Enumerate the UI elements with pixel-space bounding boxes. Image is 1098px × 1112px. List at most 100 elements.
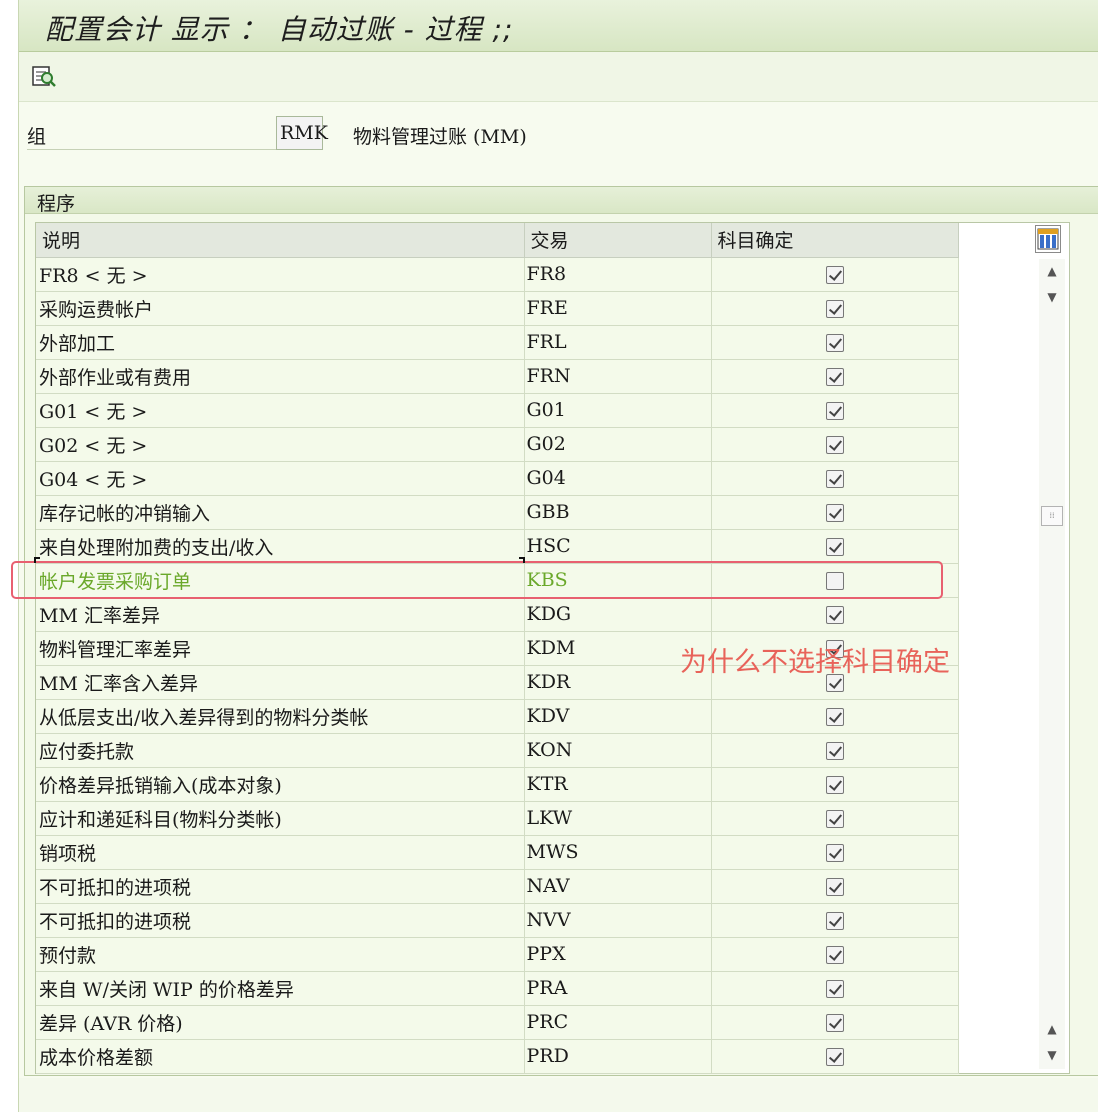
cell-description: 应计和递延科目(物料分类帐) xyxy=(36,801,525,836)
table-row[interactable]: 来自处理附加费的支出/收入 HSC xyxy=(36,529,959,564)
table-row[interactable]: 外部加工 FRL xyxy=(36,325,959,360)
table-settings-icon xyxy=(1037,228,1059,250)
checkbox-checked[interactable] xyxy=(825,776,844,794)
cell-description: 销项税 xyxy=(36,835,525,870)
program-box: 程序 说明 交易 科目确定 FR8 < 无 > FR8 采购运费帐户 FRE 外部加工 F… xyxy=(24,186,1098,1076)
table-header-row: 说明 交易 科目确定 xyxy=(36,223,959,258)
cell-transaction: G04 xyxy=(524,461,712,496)
table-row[interactable]: G01 < 无 > G01 xyxy=(36,393,959,428)
checkbox-checked[interactable] xyxy=(825,402,844,420)
checkbox-checked[interactable] xyxy=(825,878,844,896)
cell-transaction: PPX xyxy=(524,937,712,972)
checkbox-checked[interactable] xyxy=(825,436,844,454)
cell-description: 来自处理附加费的支出/收入 xyxy=(36,529,525,564)
table-row[interactable]: 外部作业或有费用 FRN xyxy=(36,359,959,394)
table-row[interactable]: 从低层支出/收入差异得到的物料分类帐 KDV xyxy=(36,699,959,734)
table-row[interactable]: 应计和递延科目(物料分类帐) LKW xyxy=(36,801,959,836)
toolbar xyxy=(19,52,1098,102)
table-row[interactable]: 采购运费帐户 FRE xyxy=(36,291,959,326)
cell-account-determination xyxy=(711,597,959,632)
cell-description: G04 < 无 > xyxy=(36,461,525,496)
checkbox-checked[interactable] xyxy=(825,300,844,318)
table-row[interactable]: 销项税 MWS xyxy=(36,835,959,870)
cell-account-determination xyxy=(711,869,959,904)
cell-description: G01 < 无 > xyxy=(36,393,525,428)
cell-description: 采购运费帐户 xyxy=(36,291,525,326)
table-row[interactable]: 不可抵扣的进项税 NAV xyxy=(36,869,959,904)
column-header-account-determination[interactable]: 科目确定 xyxy=(711,223,959,258)
checkbox-checked[interactable] xyxy=(825,912,844,930)
column-header-description[interactable]: 说明 xyxy=(36,223,525,258)
group-field[interactable]: RMK xyxy=(276,116,328,150)
cell-transaction: KON xyxy=(524,733,712,768)
cell-description: 不可抵扣的进项税 xyxy=(36,869,525,904)
cell-description: 成本价格差额 xyxy=(36,1039,525,1074)
corner-mark xyxy=(519,557,525,563)
checkbox-checked[interactable] xyxy=(825,742,844,760)
page-down-icon[interactable]: ▼ xyxy=(1045,1045,1059,1065)
cell-account-determination xyxy=(711,1005,959,1040)
column-header-transaction[interactable]: 交易 xyxy=(524,223,712,258)
cell-description: 帐户发票采购订单 xyxy=(36,563,525,598)
table-row[interactable]: 价格差异抵销输入(成本对象) KTR xyxy=(36,767,959,802)
cell-transaction: FRL xyxy=(524,325,712,360)
cell-description: MM 汇率含入差异 xyxy=(36,665,525,700)
bottom-strip xyxy=(19,1078,1098,1112)
display-detail-button[interactable] xyxy=(31,64,57,90)
scroll-down-icon[interactable]: ▼ xyxy=(1045,287,1059,307)
cell-account-determination xyxy=(711,767,959,802)
cell-account-determination xyxy=(711,835,959,870)
cell-transaction: GBB xyxy=(524,495,712,530)
checkbox-checked[interactable] xyxy=(825,1048,844,1066)
checkbox-checked[interactable] xyxy=(825,606,844,624)
page-up-icon[interactable]: ▲ xyxy=(1045,1019,1059,1039)
checkbox-checked[interactable] xyxy=(825,844,844,862)
table-row[interactable]: 帐户发票采购订单 KBS xyxy=(36,563,959,598)
cell-account-determination xyxy=(711,971,959,1006)
group-label-underline xyxy=(27,149,277,150)
checkbox-checked[interactable] xyxy=(825,708,844,726)
cell-description: MM 汇率差异 xyxy=(36,597,525,632)
cell-account-determination xyxy=(711,257,959,292)
table-row[interactable]: MM 汇率差异 KDG xyxy=(36,597,959,632)
scroll-up-icon[interactable]: ▲ xyxy=(1045,261,1059,281)
checkbox-checked[interactable] xyxy=(825,946,844,964)
cell-account-determination xyxy=(711,359,959,394)
table-row[interactable]: G04 < 无 > G04 xyxy=(36,461,959,496)
cell-transaction: NAV xyxy=(524,869,712,904)
table-row[interactable]: 预付款 PPX xyxy=(36,937,959,972)
table-row[interactable]: 差异 (AVR 价格) PRC xyxy=(36,1005,959,1040)
cell-account-determination xyxy=(711,427,959,462)
checkbox-checked[interactable] xyxy=(825,470,844,488)
checkbox-checked[interactable] xyxy=(825,538,844,556)
cell-transaction: MWS xyxy=(524,835,712,870)
checkbox-checked[interactable] xyxy=(825,504,844,522)
cell-description: 物料管理汇率差异 xyxy=(36,631,525,666)
group-description: 物料管理过账 (MM) xyxy=(353,126,527,148)
cell-description: 外部加工 xyxy=(36,325,525,360)
checkbox-checked[interactable] xyxy=(825,1014,844,1032)
checkbox-checked[interactable] xyxy=(825,368,844,386)
table-row[interactable]: 来自 W/关闭 WIP 的价格差异 PRA xyxy=(36,971,959,1006)
cell-account-determination xyxy=(711,699,959,734)
table-row[interactable]: 应付委托款 KON xyxy=(36,733,959,768)
cell-transaction: KDG xyxy=(524,597,712,632)
scroll-thumb[interactable]: ⁞⁞ xyxy=(1041,506,1063,526)
table-row[interactable]: 不可抵扣的进项税 NVV xyxy=(36,903,959,938)
checkbox-checked[interactable] xyxy=(825,266,844,284)
checkbox-checked[interactable] xyxy=(825,334,844,352)
cell-account-determination xyxy=(711,461,959,496)
vertical-scrollbar[interactable]: ▲ ▼ ⁞⁞ ▲ ▼ xyxy=(1039,259,1065,1069)
table-row[interactable]: FR8 < 无 > FR8 xyxy=(36,257,959,292)
corner-mark xyxy=(34,557,40,563)
checkbox-checked[interactable] xyxy=(825,810,844,828)
table-row[interactable]: 成本价格差额 PRD xyxy=(36,1039,959,1074)
checkbox-unchecked[interactable] xyxy=(825,572,844,590)
checkbox-checked[interactable] xyxy=(825,980,844,998)
cell-description: FR8 < 无 > xyxy=(36,257,525,292)
cell-transaction: PRA xyxy=(524,971,712,1006)
column-settings-button[interactable] xyxy=(1035,225,1061,253)
table-row[interactable]: G02 < 无 > G02 xyxy=(36,427,959,462)
cell-transaction: G02 xyxy=(524,427,712,462)
table-row[interactable]: 库存记帐的冲销输入 GBB xyxy=(36,495,959,530)
